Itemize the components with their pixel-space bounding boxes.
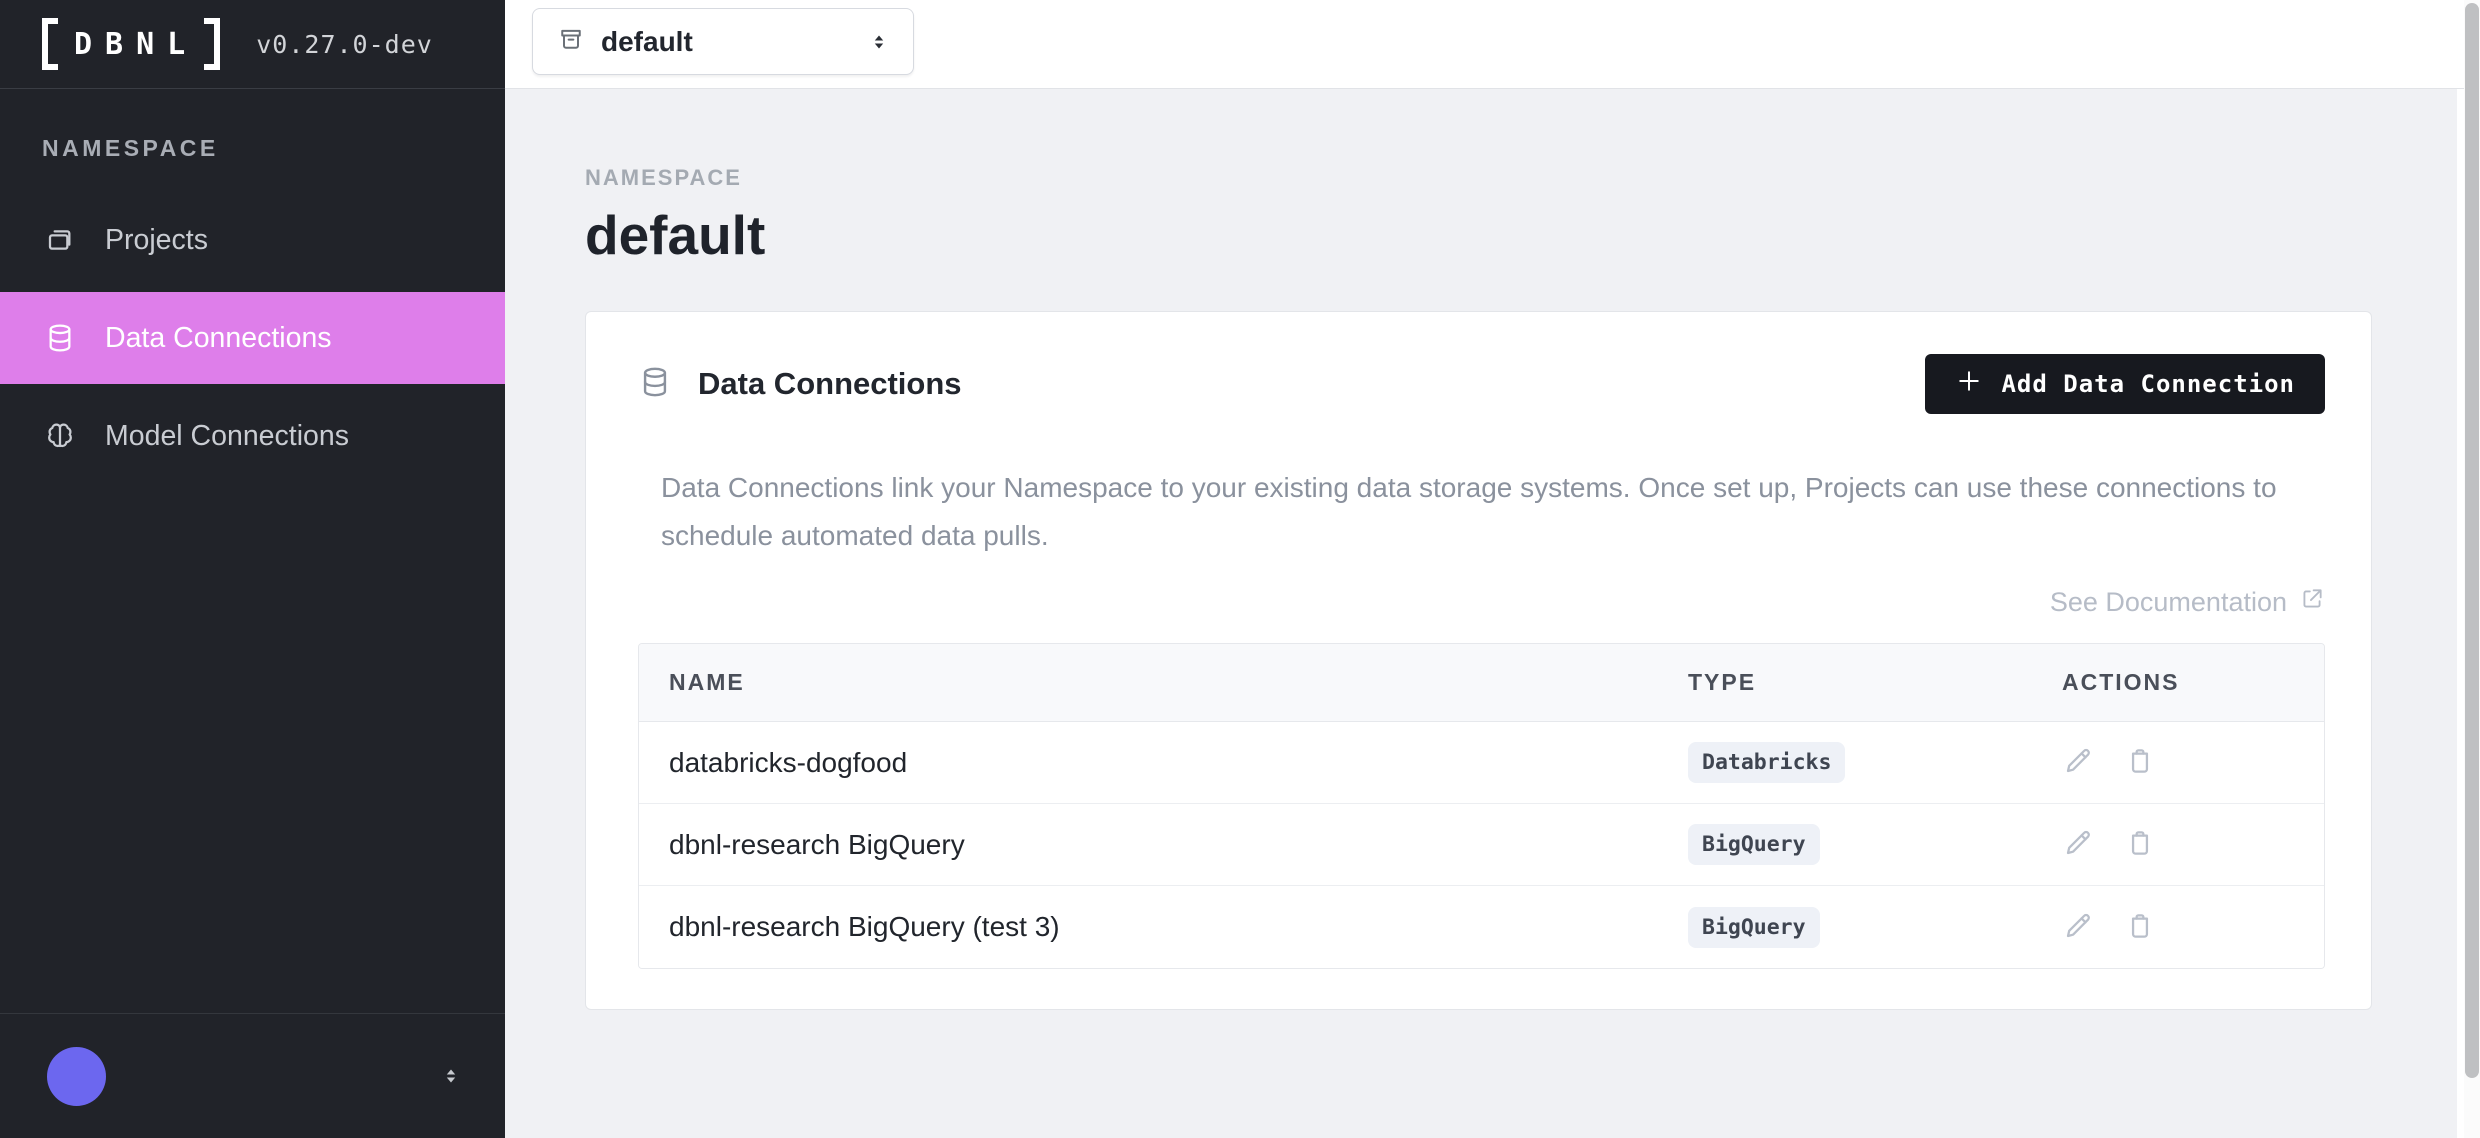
namespace-selector[interactable]: default xyxy=(532,8,914,75)
topbar: default xyxy=(505,0,2464,89)
scrollbar-track[interactable] xyxy=(2464,0,2480,1138)
database-icon xyxy=(44,322,76,354)
connection-type-cell: Databricks xyxy=(1688,742,2062,783)
column-header-type: TYPE xyxy=(1688,669,2062,696)
database-icon xyxy=(638,365,672,404)
card-title: Data Connections xyxy=(698,366,962,402)
external-link-icon xyxy=(2299,586,2325,619)
caret-updown-icon xyxy=(867,30,891,54)
sidebar-item-data-connections[interactable]: Data Connections xyxy=(0,292,505,384)
data-connections-card: Data Connections Add Data Connection Dat… xyxy=(585,311,2372,1010)
main-column: default NAMESPACE default xyxy=(505,0,2464,1138)
page-title: default xyxy=(585,203,2457,267)
pencil-icon xyxy=(2062,910,2094,945)
app-window: DBNL v0.27.0-dev NAMESPACE Projects xyxy=(0,0,2480,1138)
connection-name: dbnl-research BigQuery xyxy=(639,829,1688,861)
edit-button[interactable] xyxy=(2062,910,2094,945)
pencil-icon xyxy=(2062,745,2094,780)
logo-bracket-right-icon xyxy=(204,18,220,70)
sidebar-section-label: NAMESPACE xyxy=(0,135,505,162)
card-description: Data Connections link your Namespace to … xyxy=(661,464,2321,560)
logo-bracket-left-icon xyxy=(42,18,58,70)
connection-type-cell: BigQuery xyxy=(1688,907,2062,948)
add-data-connection-button[interactable]: Add Data Connection xyxy=(1925,354,2325,414)
connection-name: dbnl-research BigQuery (test 3) xyxy=(639,911,1688,943)
dbnl-logo[interactable]: DBNL xyxy=(42,18,220,70)
column-header-actions: ACTIONS xyxy=(2062,669,2324,696)
avatar[interactable] xyxy=(47,1047,106,1106)
sidebar-logo-row: DBNL v0.27.0-dev xyxy=(0,0,505,89)
table-row: dbnl-research BigQuery (test 3) BigQuery xyxy=(639,886,2324,968)
brain-icon xyxy=(44,420,76,452)
connection-type-cell: BigQuery xyxy=(1688,824,2062,865)
scrollbar-thumb[interactable] xyxy=(2465,3,2479,1078)
doc-link-row: See Documentation xyxy=(638,586,2325,619)
connections-table: NAME TYPE ACTIONS databricks-dogfood Dat… xyxy=(638,643,2325,969)
edit-button[interactable] xyxy=(2062,745,2094,780)
plus-icon xyxy=(1955,367,1983,401)
edit-button[interactable] xyxy=(2062,827,2094,862)
table-row: dbnl-research BigQuery BigQuery xyxy=(639,804,2324,886)
column-header-name: NAME xyxy=(639,669,1688,696)
sidebar-item-model-connections[interactable]: Model Connections xyxy=(0,390,505,482)
namespace-selector-value: default xyxy=(601,26,851,58)
delete-button[interactable] xyxy=(2124,745,2156,780)
table-header: NAME TYPE ACTIONS xyxy=(639,644,2324,722)
box-icon xyxy=(557,25,585,58)
user-menu[interactable] xyxy=(0,1013,505,1138)
sidebar-item-label: Model Connections xyxy=(105,420,349,453)
type-badge: Databricks xyxy=(1688,742,1845,783)
sidebar-item-projects[interactable]: Projects xyxy=(0,194,505,286)
sidebar-item-label: Data Connections xyxy=(105,322,332,355)
add-button-label: Add Data Connection xyxy=(2001,370,2295,398)
app-version: v0.27.0-dev xyxy=(256,30,433,59)
table-row: databricks-dogfood Databricks xyxy=(639,722,2324,804)
folders-icon xyxy=(44,224,76,256)
trash-icon xyxy=(2124,910,2156,945)
doc-link-label: See Documentation xyxy=(2050,587,2287,618)
delete-button[interactable] xyxy=(2124,910,2156,945)
main-content: NAMESPACE default Data Connections xyxy=(505,89,2457,1138)
sidebar: DBNL v0.27.0-dev NAMESPACE Projects xyxy=(0,0,505,1138)
caret-updown-icon xyxy=(439,1064,463,1088)
row-actions xyxy=(2062,827,2324,862)
namespace-eyebrow: NAMESPACE xyxy=(585,165,2457,191)
sidebar-nav: NAMESPACE Projects xyxy=(0,89,505,488)
type-badge: BigQuery xyxy=(1688,824,1820,865)
logo-text: DBNL xyxy=(58,27,204,62)
sidebar-item-label: Projects xyxy=(105,224,208,257)
card-header: Data Connections Add Data Connection xyxy=(638,354,2325,414)
row-actions xyxy=(2062,745,2324,780)
row-actions xyxy=(2062,910,2324,945)
type-badge: BigQuery xyxy=(1688,907,1820,948)
connection-name: databricks-dogfood xyxy=(639,747,1688,779)
pencil-icon xyxy=(2062,827,2094,862)
trash-icon xyxy=(2124,827,2156,862)
trash-icon xyxy=(2124,745,2156,780)
delete-button[interactable] xyxy=(2124,827,2156,862)
see-documentation-link[interactable]: See Documentation xyxy=(2050,586,2325,619)
